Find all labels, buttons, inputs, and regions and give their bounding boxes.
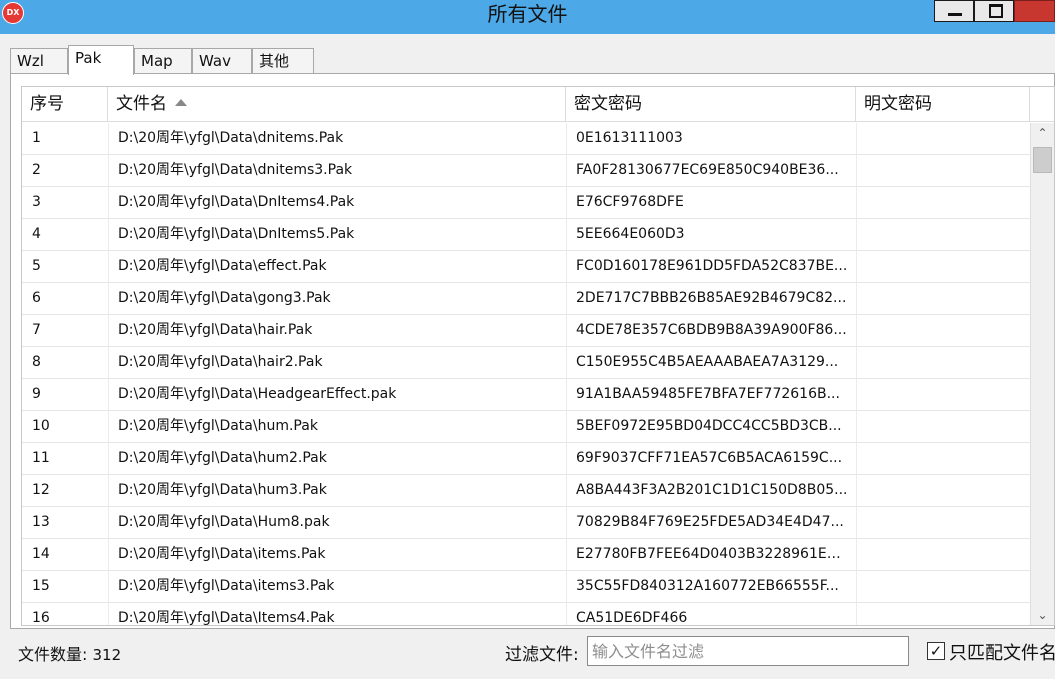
index-cell: 9: [32, 386, 41, 402]
scroll-up-icon[interactable]: ⌃: [1031, 123, 1054, 143]
cipher-cell: 2DE717C7BBB26B85AE92B4679C82...: [576, 290, 847, 306]
index-cell: 10: [32, 418, 50, 434]
tab-pak[interactable]: Pak: [68, 45, 134, 75]
index-cell: 1: [32, 130, 41, 146]
index-cell: 15: [32, 578, 50, 594]
cipher-cell: 5BEF0972E95BD04DCC4CC5BD3CB...: [576, 418, 842, 434]
cipher-cell: 69F9037CFF71EA57C6B5ACA6159C...: [576, 450, 843, 466]
title-bar: DX 所有文件: [0, 0, 1055, 34]
table-row[interactable]: 3 D:\20周年\yfgl\Data\DnItems4.Pak E76CF9768…: [22, 187, 1030, 219]
column-header-plain[interactable]: 明文密码: [856, 87, 1030, 122]
cipher-cell: 91A1BAA59485FE7BFA7EF772616B...: [576, 386, 840, 402]
maximize-button[interactable]: [974, 0, 1014, 22]
tab-other[interactable]: 其他: [252, 48, 314, 74]
table-row[interactable]: 11 D:\20周年\yfgl\Data\hum2.Pak 69F9037CFF71…: [22, 443, 1030, 475]
table-body: 1 D:\20周年\yfgl\Data\dnitems.Pak 0E16131110…: [22, 123, 1030, 626]
cipher-cell: C150E955C4B5AEAAABAEA7A3129...: [576, 354, 839, 370]
filename-cell: D:\20周年\yfgl\Data\items.Pak: [118, 546, 326, 562]
table-row[interactable]: 13 D:\20周年\yfgl\Data\Hum8.pak 70829B84F769…: [22, 507, 1030, 539]
close-button[interactable]: [1014, 0, 1055, 22]
cipher-cell: FC0D160178E961DD5FDA52C837BE...: [576, 258, 848, 274]
sort-ascending-icon: [175, 99, 187, 106]
cipher-cell: E76CF9768DFE: [576, 194, 684, 210]
column-header-cipher[interactable]: 密文密码: [566, 87, 856, 122]
filename-cell: D:\20周年\yfgl\Data\gong3.Pak: [118, 290, 331, 306]
column-header-cipher-label: 密文密码: [574, 94, 642, 114]
cipher-cell: 70829B84F769E25FDE5AD34E4D47...: [576, 514, 844, 530]
table-row[interactable]: 5 D:\20周年\yfgl\Data\effect.Pak FC0D160178E…: [22, 251, 1030, 283]
index-cell: 12: [32, 482, 50, 498]
filter-label: 过滤文件:: [505, 645, 579, 665]
column-header-filename-label: 文件名: [116, 94, 167, 114]
index-cell: 6: [32, 290, 41, 306]
cipher-cell: 0E1613111003: [576, 130, 683, 146]
cipher-cell: 35C55FD840312A160772EB66555F...: [576, 578, 839, 594]
match-filename-label[interactable]: 只匹配文件名: [949, 639, 1055, 665]
cipher-cell: 4CDE78E357C6BDB9B8A39A900F86...: [576, 322, 847, 338]
filter-input[interactable]: [587, 636, 909, 666]
filename-cell: D:\20周年\yfgl\Data\effect.Pak: [118, 258, 327, 274]
filename-cell: D:\20周年\yfgl\Data\dnitems.Pak: [118, 130, 344, 146]
filename-cell: D:\20周年\yfgl\Data\DnItems4.Pak: [118, 194, 355, 210]
filename-cell: D:\20周年\yfgl\Data\hair.Pak: [118, 322, 313, 338]
table-row[interactable]: 6 D:\20周年\yfgl\Data\gong3.Pak 2DE717C7BBB2…: [22, 283, 1030, 315]
file-count: 文件数量: 312: [18, 641, 121, 665]
table-row[interactable]: 7 D:\20周年\yfgl\Data\hair.Pak 4CDE78E357C6B…: [22, 315, 1030, 347]
file-count-value: 312: [92, 646, 122, 664]
scroll-thumb[interactable]: [1033, 147, 1052, 173]
filename-cell: D:\20周年\yfgl\Data\hum3.Pak: [118, 482, 327, 498]
scroll-down-icon[interactable]: ⌄: [1031, 605, 1054, 625]
filename-cell: D:\20周年\yfgl\Data\hair2.Pak: [118, 354, 323, 370]
filename-cell: D:\20周年\yfgl\Data\HeadgearEffect.pak: [118, 386, 397, 402]
index-cell: 5: [32, 258, 41, 274]
window-title: 所有文件: [487, 2, 568, 26]
file-table: 序号 文件名 密文密码 明文密码 1 D:\20周年\yfgl\Data\dnit…: [21, 86, 1055, 626]
cipher-cell: 5EE664E060D3: [576, 226, 685, 242]
index-cell: 2: [32, 162, 41, 178]
column-header-index-label: 序号: [30, 94, 64, 114]
index-cell: 16: [32, 610, 50, 626]
tab-wav[interactable]: Wav: [192, 48, 252, 74]
file-count-label: 文件数量:: [18, 645, 88, 664]
column-header-filename[interactable]: 文件名: [108, 87, 566, 122]
filename-cell: D:\20周年\yfgl\Data\dnitems3.Pak: [118, 162, 353, 178]
column-header-index[interactable]: 序号: [22, 87, 108, 122]
table-row[interactable]: 10 D:\20周年\yfgl\Data\hum.Pak 5BEF0972E95BD…: [22, 411, 1030, 443]
filename-cell: D:\20周年\yfgl\Data\hum.Pak: [118, 418, 318, 434]
tab-map[interactable]: Map: [134, 48, 192, 74]
filename-cell: D:\20周年\yfgl\Data\DnItems5.Pak: [118, 226, 355, 242]
index-cell: 11: [32, 450, 50, 466]
table-row[interactable]: 4 D:\20周年\yfgl\Data\DnItems5.Pak 5EE664E06…: [22, 219, 1030, 251]
checkmark-icon: ✓: [929, 642, 943, 660]
index-cell: 4: [32, 226, 41, 242]
index-cell: 7: [32, 322, 41, 338]
minimize-button[interactable]: [934, 0, 974, 22]
filename-cell: D:\20周年\yfgl\Data\items3.Pak: [118, 578, 335, 594]
table-row[interactable]: 16 D:\20周年\yfgl\Data\Items4.Pak CA51DE6DF4…: [22, 603, 1030, 626]
table-row[interactable]: 14 D:\20周年\yfgl\Data\items.Pak E27780FB7FE…: [22, 539, 1030, 571]
table-row[interactable]: 2 D:\20周年\yfgl\Data\dnitems3.Pak FA0F28130…: [22, 155, 1030, 187]
filename-cell: D:\20周年\yfgl\Data\Hum8.pak: [118, 514, 330, 530]
filename-cell: D:\20周年\yfgl\Data\Items4.Pak: [118, 610, 335, 626]
table-row[interactable]: 8 D:\20周年\yfgl\Data\hair2.Pak C150E955C4B5…: [22, 347, 1030, 379]
cipher-cell: CA51DE6DF466: [576, 610, 688, 626]
cipher-cell: A8BA443F3A2B201C1D1C150D8B05...: [576, 482, 848, 498]
cipher-cell: FA0F28130677EC69E850C940BE36...: [576, 162, 839, 178]
index-cell: 13: [32, 514, 50, 530]
column-header-plain-label: 明文密码: [864, 94, 932, 114]
table-row[interactable]: 12 D:\20周年\yfgl\Data\hum3.Pak A8BA443F3A2B…: [22, 475, 1030, 507]
filename-cell: D:\20周年\yfgl\Data\hum2.Pak: [118, 450, 327, 466]
column-header-filler: [1030, 87, 1054, 122]
table-row[interactable]: 15 D:\20周年\yfgl\Data\items3.Pak 35C55FD840…: [22, 571, 1030, 603]
index-cell: 3: [32, 194, 41, 210]
index-cell: 14: [32, 546, 50, 562]
tab-wzl[interactable]: Wzl: [10, 48, 68, 74]
vertical-scrollbar[interactable]: ⌃ ⌄: [1030, 123, 1054, 625]
index-cell: 8: [32, 354, 41, 370]
match-filename-checkbox[interactable]: ✓: [927, 642, 945, 660]
table-row[interactable]: 1 D:\20周年\yfgl\Data\dnitems.Pak 0E16131110…: [22, 123, 1030, 155]
table-row[interactable]: 9 D:\20周年\yfgl\Data\HeadgearEffect.pak 91A…: [22, 379, 1030, 411]
cipher-cell: E27780FB7FEE64D0403B3228961E9...: [576, 546, 848, 562]
